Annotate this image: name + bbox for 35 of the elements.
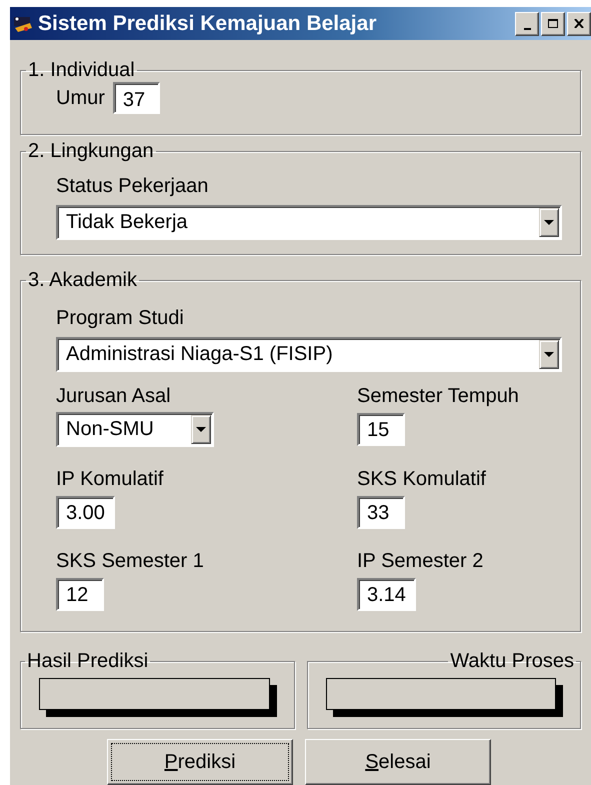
group-title: 3. Akademik xyxy=(27,268,138,292)
close-icon xyxy=(574,19,584,28)
text-field[interactable]: 3.00 xyxy=(56,496,115,529)
minimize-button[interactable] xyxy=(515,12,539,36)
maximize-button[interactable] xyxy=(541,12,565,36)
field-label: IP Semester 2 xyxy=(357,551,484,571)
field-label: Status Pekerjaan xyxy=(56,176,210,196)
close-button[interactable] xyxy=(567,12,591,36)
field-label: Jurusan Asal xyxy=(56,386,172,406)
text-field[interactable]: 12 xyxy=(56,578,104,611)
group-title: Waktu Proses xyxy=(449,649,575,673)
field-label: Semester Tempuh xyxy=(357,386,520,406)
dropdown-arrow-icon xyxy=(544,352,554,358)
dropdown[interactable]: Administrasi Niaga-S1 (FISIP) xyxy=(56,337,562,372)
dropdown-arrow-icon xyxy=(544,220,554,226)
field-label: SKS Semester 1 xyxy=(56,551,205,571)
field-label: Program Studi xyxy=(56,308,185,328)
text-field[interactable]: 33 xyxy=(357,496,405,529)
dropdown-arrow-icon xyxy=(196,426,206,432)
dropdown[interactable]: Non-SMU xyxy=(56,412,214,447)
minimize-icon xyxy=(524,28,530,30)
window-title: Sistem Prediksi Kemajuan Belajar xyxy=(38,12,378,36)
text-field[interactable]: 3.14 xyxy=(357,578,416,611)
push-button[interactable]: Prediksi xyxy=(107,739,293,785)
group-title: 1. Individual xyxy=(27,58,136,82)
push-button[interactable]: Selesai xyxy=(305,739,491,785)
maximize-icon xyxy=(548,19,558,28)
field-label: SKS Komulatif xyxy=(357,469,487,489)
dropdown[interactable]: Tidak Bekerja xyxy=(56,205,562,240)
text-field[interactable]: 15 xyxy=(357,413,405,446)
group-title: Hasil Prediksi xyxy=(26,649,150,673)
field-label: Umur xyxy=(56,88,105,108)
field-label: IP Komulatif xyxy=(56,469,164,489)
text-field[interactable]: 37 xyxy=(112,82,160,114)
group-title: 2. Lingkungan xyxy=(27,139,155,163)
